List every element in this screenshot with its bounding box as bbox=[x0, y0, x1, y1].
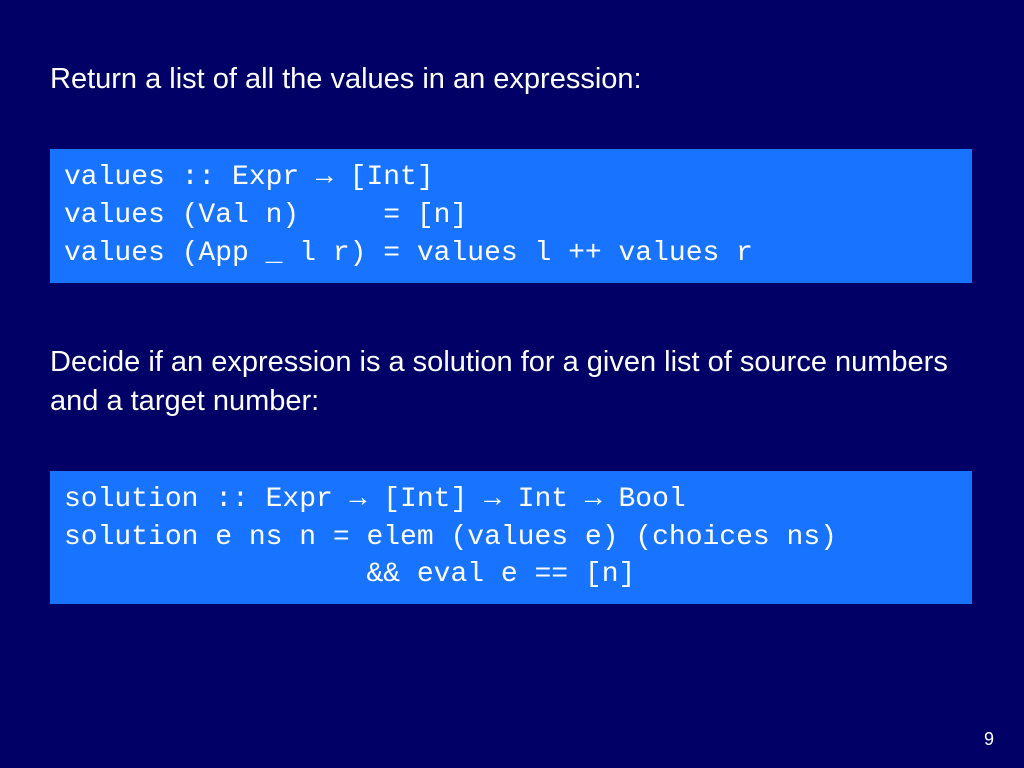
description-text-2: Decide if an expression is a solution fo… bbox=[50, 343, 974, 421]
code-block-solution: solution :: Expr → [Int] → Int → Bool so… bbox=[50, 471, 972, 604]
page-number: 9 bbox=[984, 729, 994, 750]
description-text-1: Return a list of all the values in an ex… bbox=[50, 60, 974, 99]
code-block-values: values :: Expr → [Int] values (Val n) = … bbox=[50, 149, 972, 282]
